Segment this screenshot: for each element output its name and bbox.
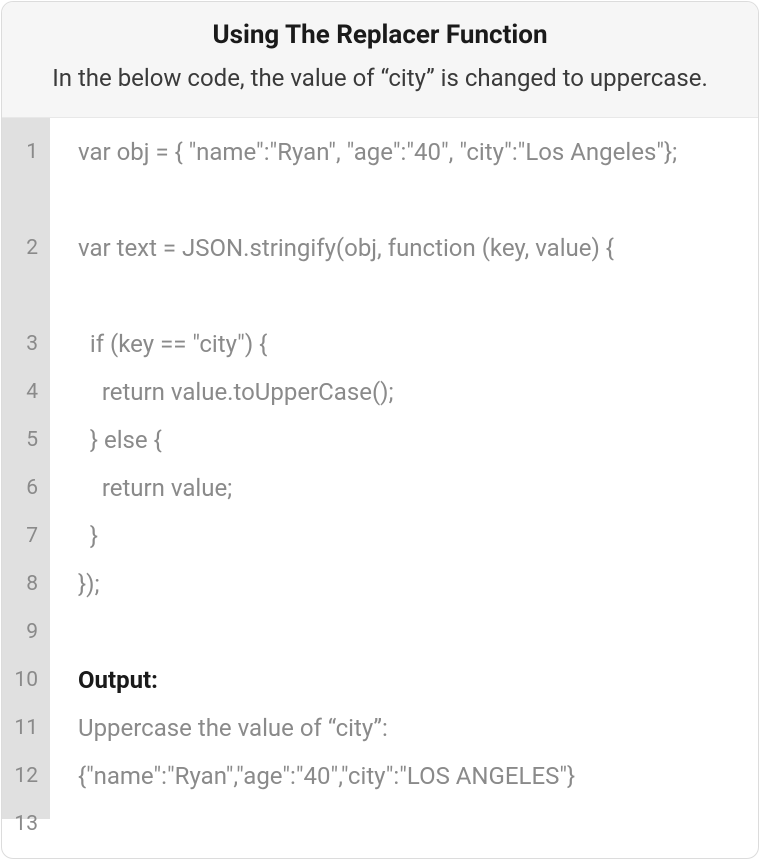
code-line: var text = JSON.stringify(obj, function … [78, 224, 738, 320]
code-line [78, 800, 738, 848]
line-number: 7 [2, 512, 50, 560]
code-line: } else { [78, 416, 738, 464]
line-number: 6 [2, 464, 50, 512]
line-number: 5 [2, 416, 50, 464]
card-title: Using The Replacer Function [26, 20, 734, 50]
code-line [78, 608, 738, 656]
line-number-gutter: 1234567891011121314 [2, 118, 50, 819]
line-number: 9 [2, 608, 50, 656]
code-line: }); [78, 560, 738, 608]
line-number: 10 [2, 656, 50, 704]
output-line: {"name":"Ryan","age":"40","city":"LOS AN… [78, 752, 738, 800]
code-line: } [78, 512, 738, 560]
line-number: 12 [2, 752, 50, 800]
code-line: return value.toUpperCase(); [78, 368, 738, 416]
line-number: 2 [2, 224, 50, 320]
code-line: if (key == "city") { [78, 320, 738, 368]
card-header: Using The Replacer Function In the below… [2, 2, 758, 118]
line-number: 3 [2, 320, 50, 368]
line-number: 1 [2, 128, 50, 224]
line-number: 14 [2, 848, 50, 859]
code-line [78, 848, 738, 859]
code-area: 1234567891011121314 var obj = { "name":"… [2, 118, 758, 819]
output-label: Output: [78, 656, 738, 704]
line-number: 11 [2, 704, 50, 752]
code-content: var obj = { "name":"Ryan", "age":"40", "… [50, 118, 758, 819]
code-line: var obj = { "name":"Ryan", "age":"40", "… [78, 128, 738, 224]
card-subtitle: In the below code, the value of “city” i… [26, 60, 734, 97]
example-card: Using The Replacer Function In the below… [1, 1, 759, 859]
code-line: return value; [78, 464, 738, 512]
output-line: Uppercase the value of “city”: [78, 704, 738, 752]
line-number: 13 [2, 800, 50, 848]
line-number: 8 [2, 560, 50, 608]
line-number: 4 [2, 368, 50, 416]
